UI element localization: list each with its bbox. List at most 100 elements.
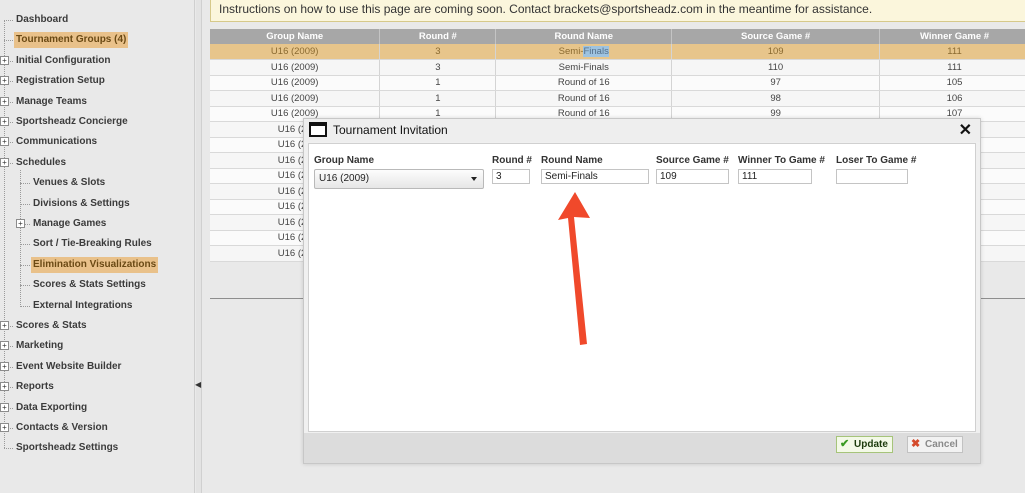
sidebar-item-label: Registration Setup	[16, 75, 105, 86]
column-header-group-name[interactable]: Group Name	[210, 29, 381, 44]
x-icon: ✖	[911, 438, 921, 450]
column-header-round-name[interactable]: Round Name	[495, 29, 673, 44]
sidebar-item-event-website-builder[interactable]: + Event Website Builder	[0, 359, 195, 375]
sidebar-item-scores-stats[interactable]: + Scores & Stats	[0, 318, 195, 334]
sidebar-item-manage-teams[interactable]: + Manage Teams	[0, 94, 195, 110]
table-row[interactable]: U16 (2009) 3 Semi-Finals 110 111	[210, 59, 1025, 76]
table-cell: 111	[879, 44, 1025, 60]
cancel-button[interactable]: ✖ Cancel	[907, 436, 963, 453]
sidebar-item-contacts-version[interactable]: + Contacts & Version	[0, 420, 195, 436]
tree-connector	[20, 265, 30, 266]
tree-connector	[20, 183, 30, 184]
table-cell: 109	[671, 44, 881, 60]
source-game-input[interactable]	[656, 169, 729, 184]
sidebar-item-external-integrations[interactable]: External Integrations	[0, 298, 195, 314]
sidebar-item-sportsheadz-settings[interactable]: Sportsheadz Settings	[0, 440, 195, 456]
column-header-winner-game[interactable]: Winner Game #	[879, 29, 1025, 44]
sidebar-item-data-exporting[interactable]: + Data Exporting	[0, 400, 195, 416]
sidebar-item-dashboard[interactable]: Dashboard	[0, 12, 195, 28]
plus-icon[interactable]: +	[16, 219, 25, 228]
plus-icon[interactable]: +	[0, 97, 9, 106]
table-cell: U16 (2009)	[210, 44, 381, 60]
tree-connector	[4, 40, 13, 41]
loser-game-input[interactable]	[836, 169, 908, 184]
group-name-label: Group Name	[314, 155, 375, 166]
sidebar-item-label: Dashboard	[16, 14, 69, 25]
cell-text: Semi-	[558, 46, 584, 57]
column-header-round-num[interactable]: Round #	[379, 29, 497, 44]
sidebar-item-label: Schedules	[16, 157, 67, 168]
sidebar-item-label: Communications	[16, 136, 98, 147]
table-row[interactable]: U16 (2009) 1 Round of 16 98 106	[210, 90, 1025, 107]
sidebar-item-label: Elimination Visualizations	[31, 257, 159, 273]
sidebar-item-venues-slots[interactable]: Venues & Slots	[0, 175, 195, 191]
plus-icon[interactable]: +	[0, 137, 9, 146]
instructions-notice: Instructions on how to use this page are…	[210, 0, 1025, 22]
sidebar-item-label: Scores & Stats Settings	[33, 279, 146, 290]
triangle-left-icon[interactable]: ◀	[195, 377, 201, 393]
sidebar-item-label: Scores & Stats	[16, 320, 87, 331]
plus-icon[interactable]: +	[0, 341, 9, 350]
table-row[interactable]: U16 (2009) 1 Round of 16 97 105	[210, 75, 1025, 91]
table-row[interactable]: U16 (2009) 3 Semi-Finals 109 111	[210, 44, 1025, 60]
sidebar-item-label: Contacts & Version	[16, 422, 108, 433]
round-num-input[interactable]	[492, 169, 530, 184]
sidebar-nav: Dashboard Tournament Groups (4) + Initial C…	[0, 0, 195, 493]
plus-icon[interactable]: +	[0, 158, 9, 167]
sidebar-item-marketing[interactable]: + Marketing	[0, 338, 195, 354]
tree-connector	[20, 204, 30, 205]
plus-icon[interactable]: +	[0, 321, 9, 330]
sidebar-item-label: Manage Games	[33, 218, 107, 229]
plus-icon[interactable]: +	[0, 362, 9, 371]
table-cell: 3	[379, 44, 497, 60]
sidebar-item-reports[interactable]: + Reports	[0, 379, 195, 395]
plus-icon[interactable]: +	[0, 117, 9, 126]
tree-connector	[20, 285, 30, 286]
table-cell: 1	[379, 90, 497, 107]
plus-icon[interactable]: +	[0, 423, 9, 432]
dialog-title: Tournament Invitation	[333, 123, 448, 137]
plus-icon[interactable]: +	[0, 403, 9, 412]
close-icon[interactable]: ✕	[959, 120, 972, 140]
sidebar-item-sort-tie-breaking-rules[interactable]: Sort / Tie-Breaking Rules	[0, 236, 195, 252]
sidebar-item-sportsheadz-concierge[interactable]: + Sportsheadz Concierge	[0, 114, 195, 130]
table-cell: 3	[379, 59, 497, 76]
update-button[interactable]: ✔ Update	[836, 436, 893, 453]
sidebar-item-label: Tournament Groups (4)	[14, 32, 129, 48]
table-cell: U16 (2009)	[210, 59, 381, 76]
sidebar-item-label: Initial Configuration	[16, 55, 111, 66]
sidebar-item-label: Data Exporting	[16, 402, 88, 413]
round-num-label: Round #	[492, 155, 532, 166]
sidebar-item-label: Marketing	[16, 340, 64, 351]
plus-icon[interactable]: +	[0, 382, 9, 391]
table-cell: 110	[671, 59, 881, 76]
sidebar-item-tournament-groups-4[interactable]: Tournament Groups (4)	[0, 32, 195, 48]
tree-connector	[20, 306, 30, 307]
tournament-invitation-dialog: Tournament Invitation ✕ Group Name U16 (…	[303, 118, 981, 464]
column-header-source-game[interactable]: Source Game #	[671, 29, 881, 44]
sidebar-item-label: Manage Teams	[16, 96, 87, 107]
table-cell: U16 (2009)	[210, 90, 381, 107]
plus-icon[interactable]: +	[0, 56, 9, 65]
sidebar-item-communications[interactable]: + Communications	[0, 134, 195, 150]
sidebar-item-schedules[interactable]: + Schedules	[0, 155, 195, 171]
table-cell: 105	[879, 75, 1025, 91]
dialog-header[interactable]: Tournament Invitation ✕	[304, 119, 980, 142]
highlighted-text: Finals	[583, 46, 609, 57]
winner-game-input[interactable]	[738, 169, 812, 184]
group-name-select[interactable]: U16 (2009)	[314, 169, 484, 189]
sidebar-item-registration-setup[interactable]: + Registration Setup	[0, 73, 195, 89]
round-name-label: Round Name	[541, 155, 603, 166]
sidebar-splitter[interactable]	[196, 0, 202, 493]
sidebar-item-manage-games[interactable]: + Manage Games	[0, 216, 195, 232]
sidebar-item-initial-configuration[interactable]: + Initial Configuration	[0, 53, 195, 69]
sidebar-item-elimination-visualizations[interactable]: Elimination Visualizations	[0, 257, 195, 273]
plus-icon[interactable]: +	[0, 76, 9, 85]
table-cell: Semi-Finals	[495, 44, 673, 60]
source-game-label: Source Game #	[656, 155, 729, 166]
annotation-arrow-icon	[558, 192, 590, 345]
tree-connector	[20, 244, 30, 245]
sidebar-item-scores-stats-settings[interactable]: Scores & Stats Settings	[0, 277, 195, 293]
sidebar-item-divisions-settings[interactable]: Divisions & Settings	[0, 196, 195, 212]
table-cell: 111	[879, 59, 1025, 76]
